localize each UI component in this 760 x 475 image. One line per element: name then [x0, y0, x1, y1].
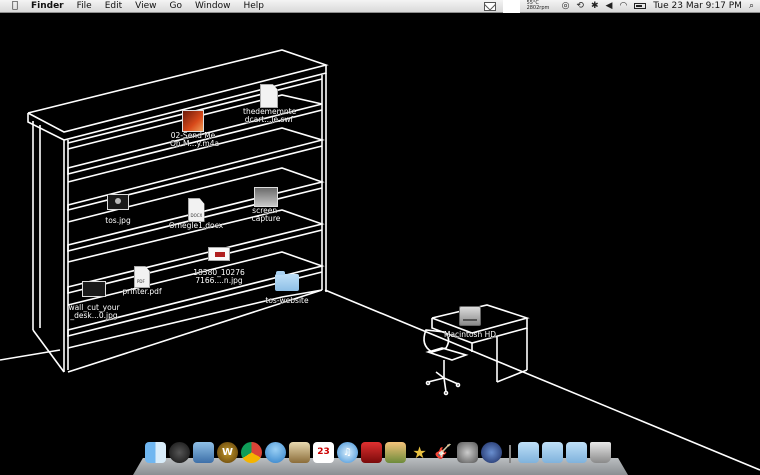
pencil-app-icon[interactable]	[481, 442, 502, 463]
image-file-icon	[107, 194, 129, 210]
desktop-wallpaper	[0, 49, 760, 471]
image-file-icon	[82, 281, 106, 297]
trash-icon[interactable]	[590, 442, 611, 463]
desktop-file-printer-pdf[interactable]: PDF printer.pdf	[120, 266, 164, 296]
dock-separator	[509, 445, 511, 463]
red-book-icon[interactable]	[361, 442, 382, 463]
file-label: Macintosh HD	[443, 330, 497, 339]
photo-app-icon[interactable]	[289, 442, 310, 463]
folder-stack-icon[interactable]	[518, 442, 539, 463]
file-label: screen- capture	[251, 206, 281, 223]
system-preferences-icon[interactable]	[457, 442, 478, 463]
dock: W 23 ♫ ★ 🎸	[133, 442, 628, 475]
desktop-folder-tos-website[interactable]: tos-website	[262, 271, 312, 305]
file-label: tos.jpg	[105, 216, 131, 225]
ichat-icon[interactable]	[265, 442, 286, 463]
desktop-file-wall-cut[interactable]: wall_cut_your _desk...0.jpg	[68, 281, 120, 320]
dock-icons: W 23 ♫ ★ 🎸	[145, 442, 611, 463]
garageband-icon[interactable]: 🎸	[433, 442, 454, 463]
desktop-file-docx[interactable]: DOCX Omegle1.docx	[168, 198, 224, 230]
audio-file-icon	[182, 110, 204, 132]
file-label: tos-website	[265, 296, 309, 305]
dashboard-icon[interactable]	[169, 442, 190, 463]
desktop-file-m4a[interactable]: 02-Send Me On M...y.m4a	[170, 110, 220, 148]
folder-stack-icon[interactable]	[542, 442, 563, 463]
warcraft-icon[interactable]: W	[217, 442, 238, 463]
desktop-drive-macintosh-hd[interactable]: Macintosh HD	[443, 306, 497, 339]
folder-icon	[275, 271, 299, 291]
file-label: 02-Send Me On M...y.m4a	[170, 131, 220, 148]
desktop-file-screen-capture[interactable]: screen- capture	[248, 187, 284, 223]
desktop-file-swf[interactable]: thedememnte dcart...le.swf	[243, 84, 297, 124]
ical-icon[interactable]: 23	[313, 442, 334, 463]
document-icon	[260, 84, 278, 108]
mail-stamp-icon[interactable]	[193, 442, 214, 463]
iphoto-icon[interactable]	[385, 442, 406, 463]
desktop-file-tos-jpg[interactable]: tos.jpg	[100, 194, 136, 225]
hard-drive-icon	[459, 306, 481, 326]
itunes-icon[interactable]: ♫	[337, 442, 358, 463]
file-label: thedememnte dcart...le.swf	[243, 107, 297, 124]
folder-stack-icon[interactable]	[566, 442, 587, 463]
star-app-icon[interactable]: ★	[409, 442, 430, 463]
finder-icon[interactable]	[145, 442, 166, 463]
file-label: Omegle1.docx	[168, 221, 224, 230]
file-label: wall_cut_your _desk...0.jpg	[68, 303, 120, 320]
file-label: 18380_10276 7166....n.jpg	[193, 268, 245, 285]
word-document-icon: DOCX	[187, 198, 205, 222]
screenshot-file-icon	[254, 187, 278, 207]
desktop-file-18380-jpg[interactable]: 18380_10276 7166....n.jpg	[193, 247, 245, 285]
calendar-day: 23	[317, 447, 330, 457]
chrome-icon[interactable]	[241, 442, 262, 463]
file-label: printer.pdf	[122, 287, 162, 296]
image-file-icon	[208, 247, 230, 261]
pdf-document-icon: PDF	[134, 266, 150, 288]
